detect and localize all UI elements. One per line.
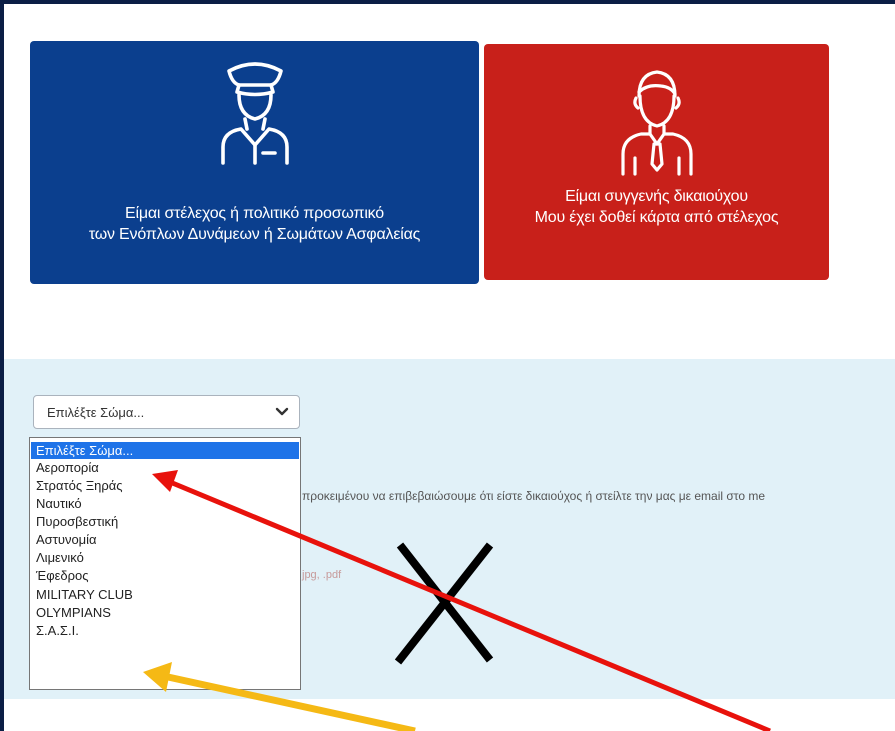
annotation-overlay (143, 470, 771, 731)
yellow-arrow (143, 662, 416, 731)
cross-mark (394, 542, 494, 665)
